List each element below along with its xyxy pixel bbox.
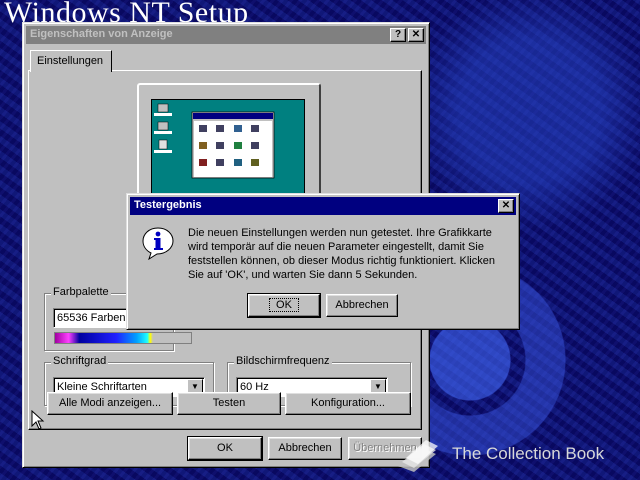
window-titlebar[interactable]: Eigenschaften von Anzeige ? ✕ bbox=[26, 26, 426, 44]
book-logo-icon bbox=[398, 440, 438, 472]
watermark: The Collection Book bbox=[392, 436, 640, 476]
dialog-close-button[interactable]: ✕ bbox=[498, 199, 514, 213]
dialog-titlebar[interactable]: Testergebnis ✕ bbox=[130, 197, 516, 215]
dialog-cancel-label: Abbrechen bbox=[335, 299, 389, 311]
window-title: Eigenschaften von Anzeige bbox=[30, 28, 173, 40]
dialog-cancel-button[interactable]: Abbrechen bbox=[326, 294, 398, 317]
close-button[interactable]: ✕ bbox=[408, 28, 424, 42]
mouse-cursor bbox=[31, 409, 45, 432]
abbrechen-button[interactable]: Abbrechen bbox=[268, 437, 342, 460]
dialog-ok-button[interactable]: OK bbox=[247, 293, 321, 318]
dialog-title: Testergebnis bbox=[134, 199, 202, 211]
farbpalette-value: 65536 Farben bbox=[57, 312, 126, 324]
ok-button[interactable]: OK bbox=[187, 436, 263, 461]
konfiguration-button[interactable]: Konfiguration... bbox=[285, 392, 411, 415]
help-button[interactable]: ? bbox=[390, 28, 406, 42]
tab-label: Einstellungen bbox=[37, 55, 104, 67]
testen-button[interactable]: Testen bbox=[177, 392, 281, 415]
tab-einstellungen[interactable]: Einstellungen bbox=[30, 50, 112, 72]
dialog-ok-label: OK bbox=[269, 298, 299, 312]
watermark-text: The Collection Book bbox=[452, 444, 605, 463]
info-icon-graphic bbox=[142, 227, 174, 261]
dialog-message: Die neuen Einstellungen werden nun getes… bbox=[188, 227, 495, 281]
color-palette-bar bbox=[54, 332, 192, 344]
schriftgrad-label: Schriftgrad bbox=[51, 355, 109, 367]
farbpalette-label: Farbpalette bbox=[51, 286, 111, 298]
frequenz-label: Bildschirmfrequenz bbox=[234, 355, 332, 367]
cursor-arrow-icon bbox=[31, 409, 45, 430]
testergebnis-dialog: Testergebnis ✕ Die neuen Einstellungen w… bbox=[126, 193, 520, 330]
alle-modi-button[interactable]: Alle Modi anzeigen... bbox=[47, 392, 173, 415]
info-icon bbox=[141, 226, 175, 261]
